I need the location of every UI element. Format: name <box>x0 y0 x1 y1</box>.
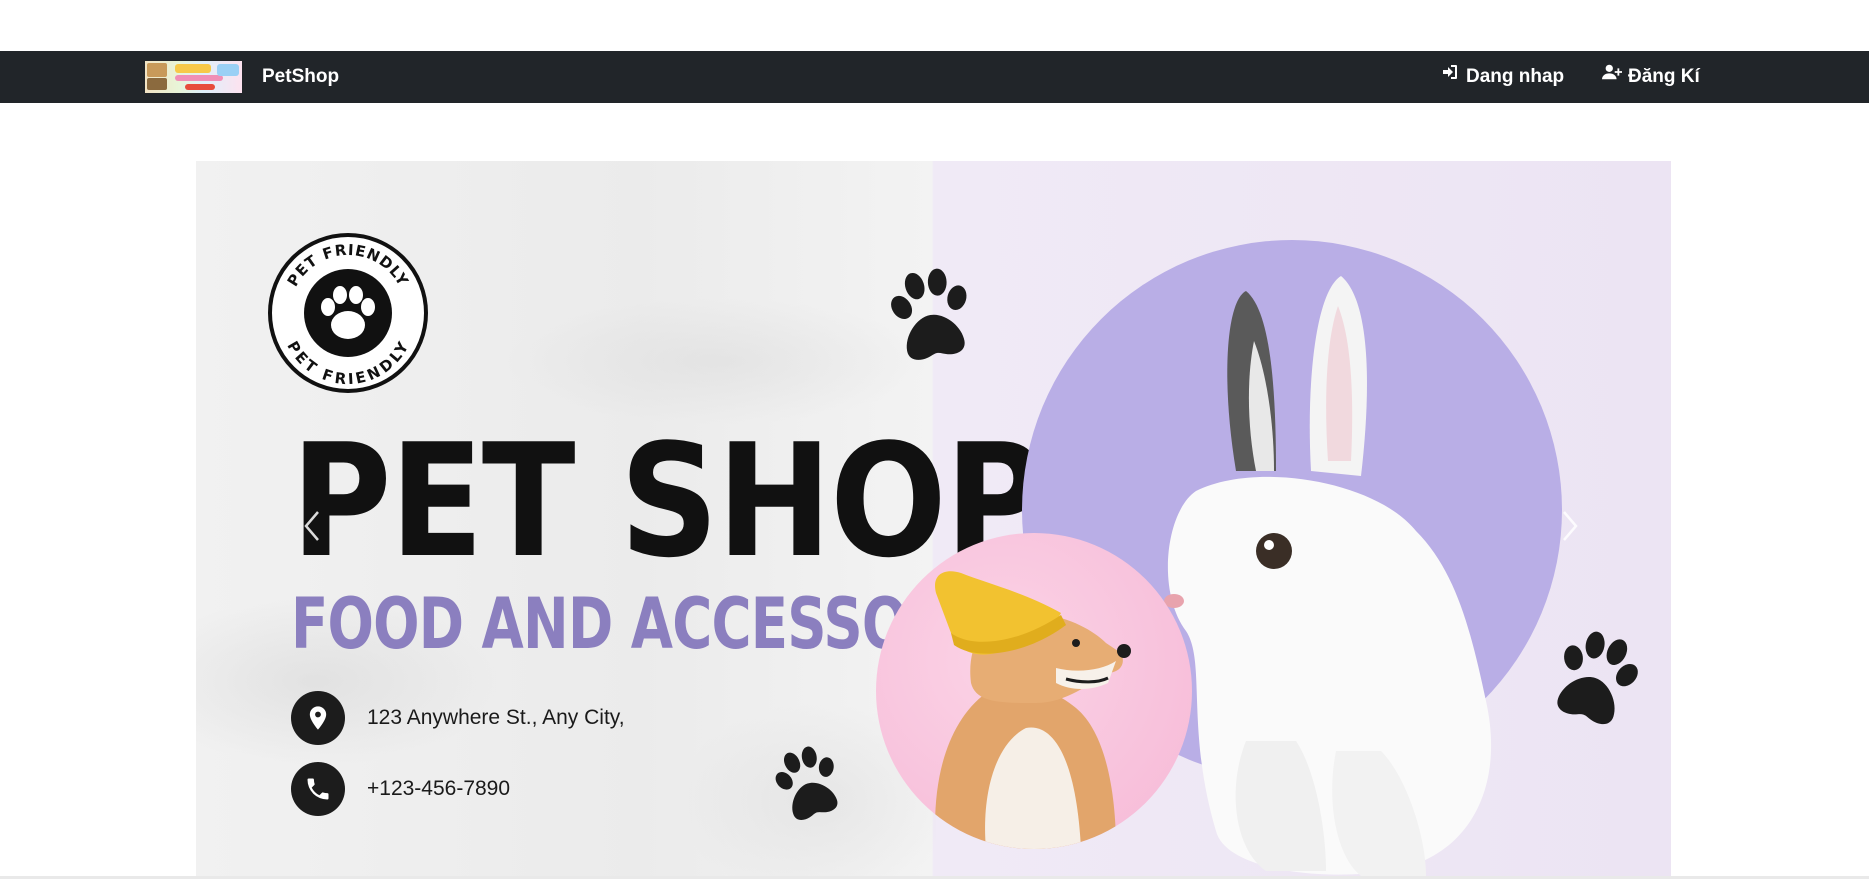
chevron-right-icon <box>1563 511 1578 541</box>
brand-name[interactable]: PetShop <box>262 51 339 103</box>
user-plus-icon <box>1602 51 1622 103</box>
phone-row: +123-456-7890 <box>291 762 510 816</box>
paw-print-icon <box>891 268 967 360</box>
carousel-next-button[interactable] <box>1550 506 1590 546</box>
brand-logo[interactable] <box>145 61 242 93</box>
carousel-prev-button[interactable] <box>292 506 332 546</box>
hero-carousel: PET FRIENDLY PET FRIENDLY PET SHOP FOOD … <box>196 161 1671 879</box>
sign-in-icon <box>1440 51 1460 103</box>
phone-icon <box>291 762 345 816</box>
phone-text: +123-456-7890 <box>367 777 511 800</box>
register-label: Đăng Kí <box>1628 66 1700 87</box>
pet-friendly-badge-icon: PET FRIENDLY PET FRIENDLY <box>268 233 428 393</box>
login-link[interactable]: Dang nhap <box>1440 51 1564 103</box>
paw-print-icon <box>1557 631 1638 725</box>
login-label: Dang nhap <box>1466 66 1565 87</box>
address-text: 123 Anywhere St., Any City, <box>367 706 625 729</box>
register-link[interactable]: Đăng Kí <box>1602 51 1700 103</box>
top-navbar: PetShop Dang nhap Đăng Kí <box>0 51 1869 103</box>
address-row: 123 Anywhere St., Any City, <box>291 691 625 745</box>
dog-image <box>935 571 1131 849</box>
map-marker-icon <box>291 691 345 745</box>
chevron-left-icon <box>304 511 319 541</box>
pink-circle-backdrop <box>876 533 1192 849</box>
